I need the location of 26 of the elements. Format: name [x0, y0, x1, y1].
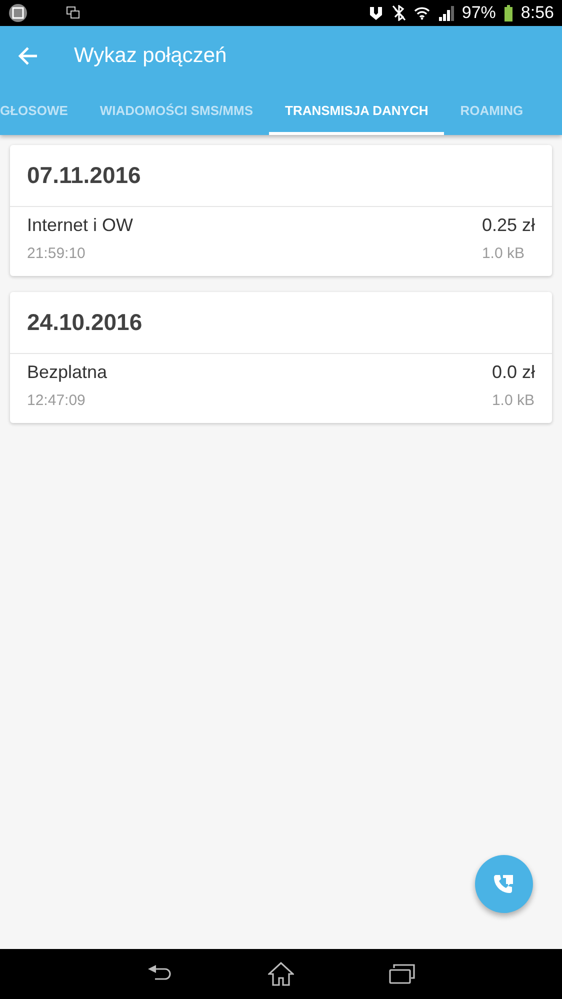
screens-icon	[66, 6, 80, 20]
home-nav-button[interactable]	[268, 962, 294, 986]
recent-apps-button[interactable]	[388, 964, 415, 984]
entry-name: Internet i OW	[27, 215, 134, 236]
bluetooth-off-icon	[392, 5, 406, 21]
battery-icon	[504, 4, 513, 22]
app-logo-icon	[8, 3, 28, 23]
entry-name: Bezplatna	[27, 362, 108, 383]
date-heading: 24.10.2016	[10, 292, 552, 354]
clock: 8:56	[520, 3, 554, 23]
battery-percentage: 97%	[462, 3, 496, 23]
entry-size: 1.0 kB	[482, 245, 526, 262]
entry-cost: 0.0 zł	[492, 362, 535, 383]
entry-size: 1.0 kB	[492, 392, 535, 409]
phone-message-icon	[493, 874, 515, 894]
tab[interactable]: TRANSMISJA DANYCH	[269, 86, 444, 135]
entry-time: 12:47:09	[27, 392, 86, 409]
wifi-icon	[414, 6, 430, 20]
date-heading: 07.11.2016	[10, 145, 552, 207]
signal-icon	[438, 6, 454, 20]
tab[interactable]: WIADOMOŚCI SMS/MMS	[84, 86, 269, 135]
screen-title: Wykaz połączeń	[74, 44, 227, 68]
tab[interactable]: GŁOSOWE	[0, 86, 84, 135]
entry-cost: 0.25 zł	[482, 215, 535, 236]
tab[interactable]: ROAMING	[444, 86, 540, 135]
entry-time: 21:59:10	[27, 245, 86, 262]
